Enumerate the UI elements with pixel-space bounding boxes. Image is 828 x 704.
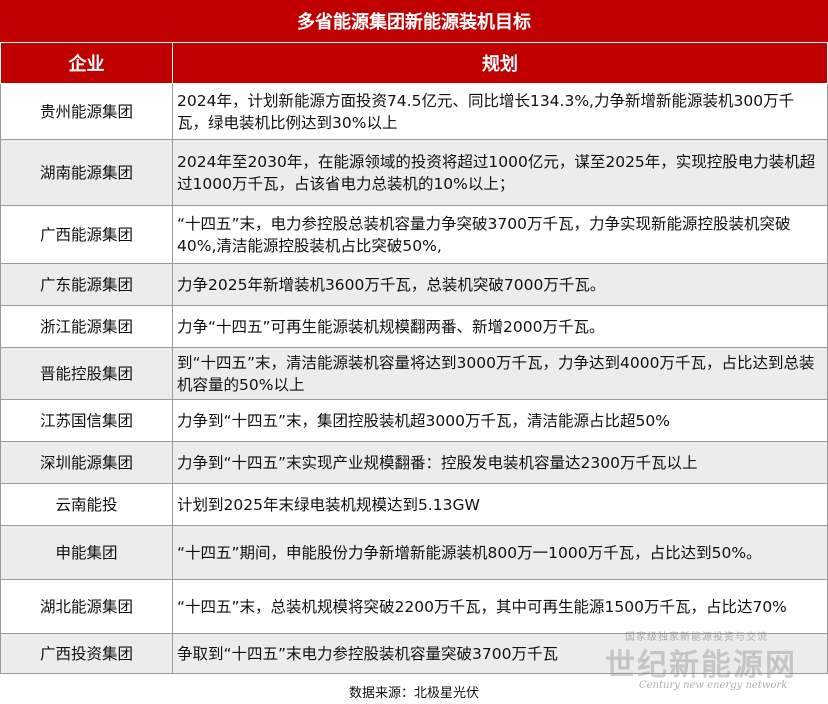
plan-cell: 2024年，计划新能源方面投资74.5亿元、同比增长134.3%,力争新增新能源… xyxy=(172,83,828,140)
table-row: 湖南能源集团 2024年至2030年，在能源领域的投资将超过1000亿元，谋至2… xyxy=(0,139,828,206)
company-cell: 申能集团 xyxy=(0,525,173,580)
plan-cell: “十四五”期间，申能股份力争新增新能源装机800万一1000万千瓦，占比达到50… xyxy=(172,525,828,580)
plan-cell: 到“十四五”末，清洁能源装机容量将达到3000万千瓦，力争达到4000万千瓦，占… xyxy=(172,347,828,400)
plan-cell: 计划到2025年末绿电装机规模达到5.13GW xyxy=(172,483,828,526)
table-row: 湖北能源集团 “十四五”末，总装机规模将突破2200万千瓦，其中可再生能源150… xyxy=(0,579,828,634)
table-row: 晋能控股集团 到“十四五”末，清洁能源装机容量将达到3000万千瓦，力争达到40… xyxy=(0,347,828,400)
table-row: 云南能投 计划到2025年末绿电装机规模达到5.13GW xyxy=(0,483,828,526)
table-row: 贵州能源集团 2024年，计划新能源方面投资74.5亿元、同比增长134.3%,… xyxy=(0,83,828,140)
table-row: 广西投资集团 争取到“十四五”末电力参控股装机容量突破3700万千瓦 xyxy=(0,633,828,674)
table-row: 江苏国信集团 力争到“十四五”末，集团控股装机超3000万千瓦，清洁能源占比超5… xyxy=(0,399,828,442)
plan-cell: “十四五”末，电力参控股总装机容量力争突破3700万千瓦，力争实现新能源控股装机… xyxy=(172,205,828,264)
company-cell: 广西能源集团 xyxy=(0,205,173,264)
table-row: 广东能源集团 力争2025年新增装机3600万千瓦，总装机突破7000万千瓦。 xyxy=(0,263,828,306)
plan-cell: 力争到“十四五”末，集团控股装机超3000万千瓦，清洁能源占比超50% xyxy=(172,399,828,442)
table-row: 深圳能源集团 力争到“十四五”末实现产业规模翻番：控股发电装机容量达2300万千… xyxy=(0,441,828,484)
company-cell: 广东能源集团 xyxy=(0,263,173,306)
company-cell: 深圳能源集团 xyxy=(0,441,173,484)
plan-cell: 力争到“十四五”末实现产业规模翻番：控股发电装机容量达2300万千瓦以上 xyxy=(172,441,828,484)
company-cell: 云南能投 xyxy=(0,483,173,526)
company-cell: 湖北能源集团 xyxy=(0,579,173,634)
column-header-company: 企业 xyxy=(0,42,173,84)
table-row: 广西能源集团 “十四五”末，电力参控股总装机容量力争突破3700万千瓦，力争实现… xyxy=(0,205,828,264)
plan-cell: 力争2025年新增装机3600万千瓦，总装机突破7000万千瓦。 xyxy=(172,263,828,306)
company-cell: 贵州能源集团 xyxy=(0,83,173,140)
table-row: 浙江能源集团 力争“十四五”可再生能源装机规模翻两番、新增2000万千瓦。 xyxy=(0,305,828,348)
table-row: 申能集团 “十四五”期间，申能股份力争新增新能源装机800万一1000万千瓦，占… xyxy=(0,525,828,580)
plan-cell: 力争“十四五”可再生能源装机规模翻两番、新增2000万千瓦。 xyxy=(172,305,828,348)
company-cell: 湖南能源集团 xyxy=(0,139,173,206)
targets-table: 企业 规划 贵州能源集团 2024年，计划新能源方面投资74.5亿元、同比增长1… xyxy=(0,42,828,674)
company-cell: 晋能控股集团 xyxy=(0,347,173,400)
data-table-figure: 多省能源集团新能源装机目标 企业 规划 贵州能源集团 2024年，计划新能源方面… xyxy=(0,0,828,704)
company-cell: 广西投资集团 xyxy=(0,633,173,674)
company-cell: 浙江能源集团 xyxy=(0,305,173,348)
company-cell: 江苏国信集团 xyxy=(0,399,173,442)
plan-cell: 2024年至2030年，在能源领域的投资将超过1000亿元，谋至2025年，实现… xyxy=(172,139,828,206)
column-header-plan: 规划 xyxy=(172,42,828,84)
data-source-note: 数据来源：北极星光伏 xyxy=(0,684,828,704)
table-title: 多省能源集团新能源装机目标 xyxy=(0,0,828,43)
table-header-row: 企业 规划 xyxy=(0,42,828,84)
plan-cell: 争取到“十四五”末电力参控股装机容量突破3700万千瓦 xyxy=(172,633,828,674)
plan-cell: “十四五”末，总装机规模将突破2200万千瓦，其中可再生能源1500万千瓦，占比… xyxy=(172,579,828,634)
